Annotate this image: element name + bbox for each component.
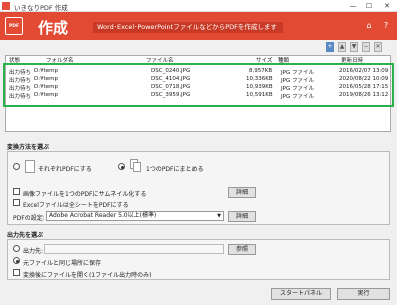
excel-all-sheets-checkbox[interactable]	[13, 199, 20, 206]
header-banner: PDF 作成 Word･Excel･PowerPointファイルなどからPDFを…	[0, 12, 397, 40]
conversion-group: それぞれPDFにする 1つのPDFにまとめる 画像ファイルを1つのPDFにサムネ…	[7, 151, 390, 225]
destination-input[interactable]	[44, 244, 224, 254]
pdf-logo-icon: PDF	[5, 17, 23, 35]
open-after-checkbox[interactable]	[13, 269, 20, 276]
combine-pdf-radio[interactable]	[118, 163, 125, 170]
page-subtitle: Word･Excel･PowerPointファイルなどからPDFを作成します	[93, 22, 283, 33]
output-section-label: 出力先を選ぶ	[7, 232, 44, 239]
combine-pdf-label[interactable]: 1つのPDFにまとめる	[146, 164, 204, 173]
app-icon	[2, 2, 10, 10]
help-icon[interactable]: ?	[381, 21, 391, 31]
separate-pdf-label[interactable]: それぞれPDFにする	[38, 164, 92, 173]
pdf-logo-text: PDF	[8, 24, 20, 29]
home-icon[interactable]: ⌂	[364, 21, 374, 31]
remove-file-button[interactable]: −	[362, 42, 370, 52]
page-title: 作成	[38, 19, 69, 37]
single-document-icon	[25, 160, 35, 173]
move-up-button[interactable]: ▲	[338, 42, 346, 52]
browse-button[interactable]: 参照	[228, 244, 256, 255]
pdf-settings-label: PDFの設定:	[13, 215, 45, 222]
custom-destination-radio[interactable]	[13, 245, 20, 252]
move-down-button[interactable]: ▼	[350, 42, 358, 52]
same-location-label[interactable]: 元ファイルと同じ場所に保存	[23, 258, 101, 267]
excel-all-sheets-label[interactable]: Excelファイルは全シートをPDFにする	[23, 200, 129, 209]
pdf-settings-select[interactable]: Adobe Acrobat Reader 5.0以上(標準) ▼	[46, 211, 224, 221]
conversion-section-label: 変換方法を選ぶ	[7, 144, 50, 151]
selection-highlight	[3, 63, 394, 107]
minimize-button[interactable]: —	[345, 0, 361, 12]
title-bar: いきなりPDF 作成 — ☐ ✕	[0, 0, 397, 12]
thumbnail-label[interactable]: 画像ファイルを1つのPDFにサムネイル化する	[23, 189, 146, 198]
close-button[interactable]: ✕	[379, 0, 395, 12]
separate-pdf-radio[interactable]	[13, 163, 20, 170]
maximize-button[interactable]: ☐	[361, 0, 377, 12]
window-title: いきなりPDF 作成	[14, 4, 68, 12]
output-group: 出力先: 参照 元ファイルと同じ場所に保存 変換後にファイルを開く(1ファイル出…	[7, 239, 390, 280]
destination-label[interactable]: 出力先:	[23, 246, 43, 255]
start-panel-button[interactable]: スタートパネル	[271, 288, 331, 300]
chevron-down-icon: ▼	[217, 213, 221, 219]
clear-list-button[interactable]: ✕	[374, 42, 382, 52]
thumbnail-checkbox[interactable]	[13, 188, 20, 195]
thumbnail-details-button[interactable]: 詳細	[228, 187, 256, 198]
add-file-button[interactable]: +	[326, 42, 334, 52]
pdf-settings-details-button[interactable]: 詳細	[228, 211, 256, 222]
same-location-radio[interactable]	[13, 257, 20, 264]
open-after-label[interactable]: 変換後にファイルを開く(1ファイル出力時のみ)	[23, 270, 152, 279]
run-button[interactable]: 実行	[337, 288, 390, 300]
stacked-documents-icon-back	[133, 162, 141, 172]
pdf-settings-value: Adobe Acrobat Reader 5.0以上(標準)	[49, 212, 157, 219]
